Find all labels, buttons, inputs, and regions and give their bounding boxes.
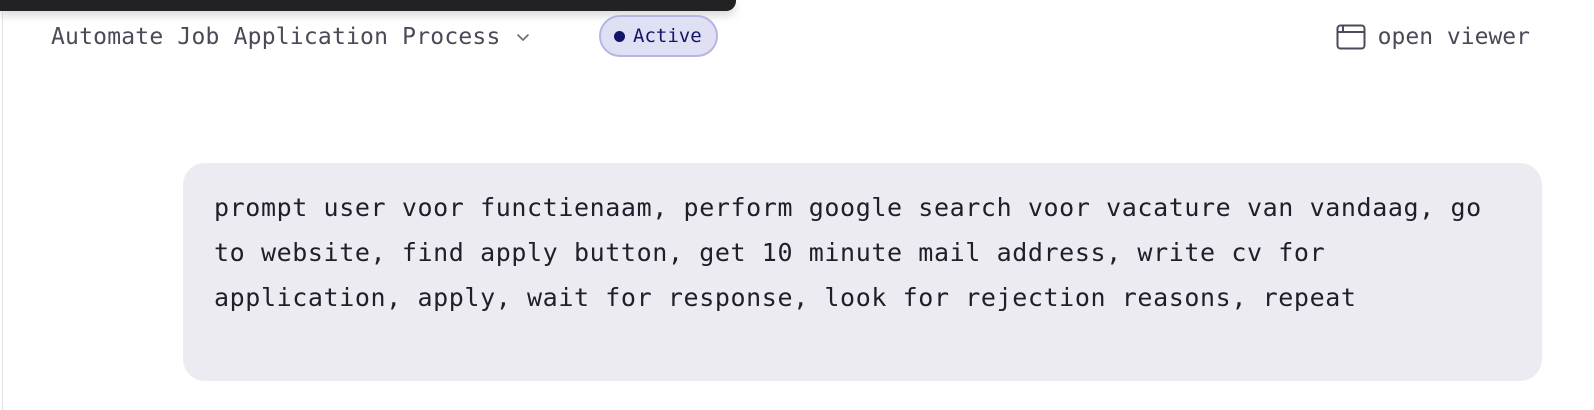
browser-window-icon (1336, 24, 1366, 50)
open-viewer-label: open viewer (1377, 24, 1530, 50)
task-title-dropdown[interactable]: Automate Job Application Process (51, 20, 531, 54)
user-message-text: prompt user voor functienaam, perform go… (214, 193, 1482, 312)
task-header: Automate Job Application Process Active … (0, 0, 1594, 76)
status-badge: Active (599, 15, 718, 57)
task-title: Automate Job Application Process (51, 24, 501, 50)
open-viewer-button[interactable]: open viewer (1336, 20, 1530, 54)
user-message-bubble: prompt user voor functienaam, perform go… (183, 163, 1542, 381)
status-dot-icon (614, 30, 625, 42)
status-label: Active (633, 25, 702, 47)
chevron-down-icon (515, 29, 531, 45)
